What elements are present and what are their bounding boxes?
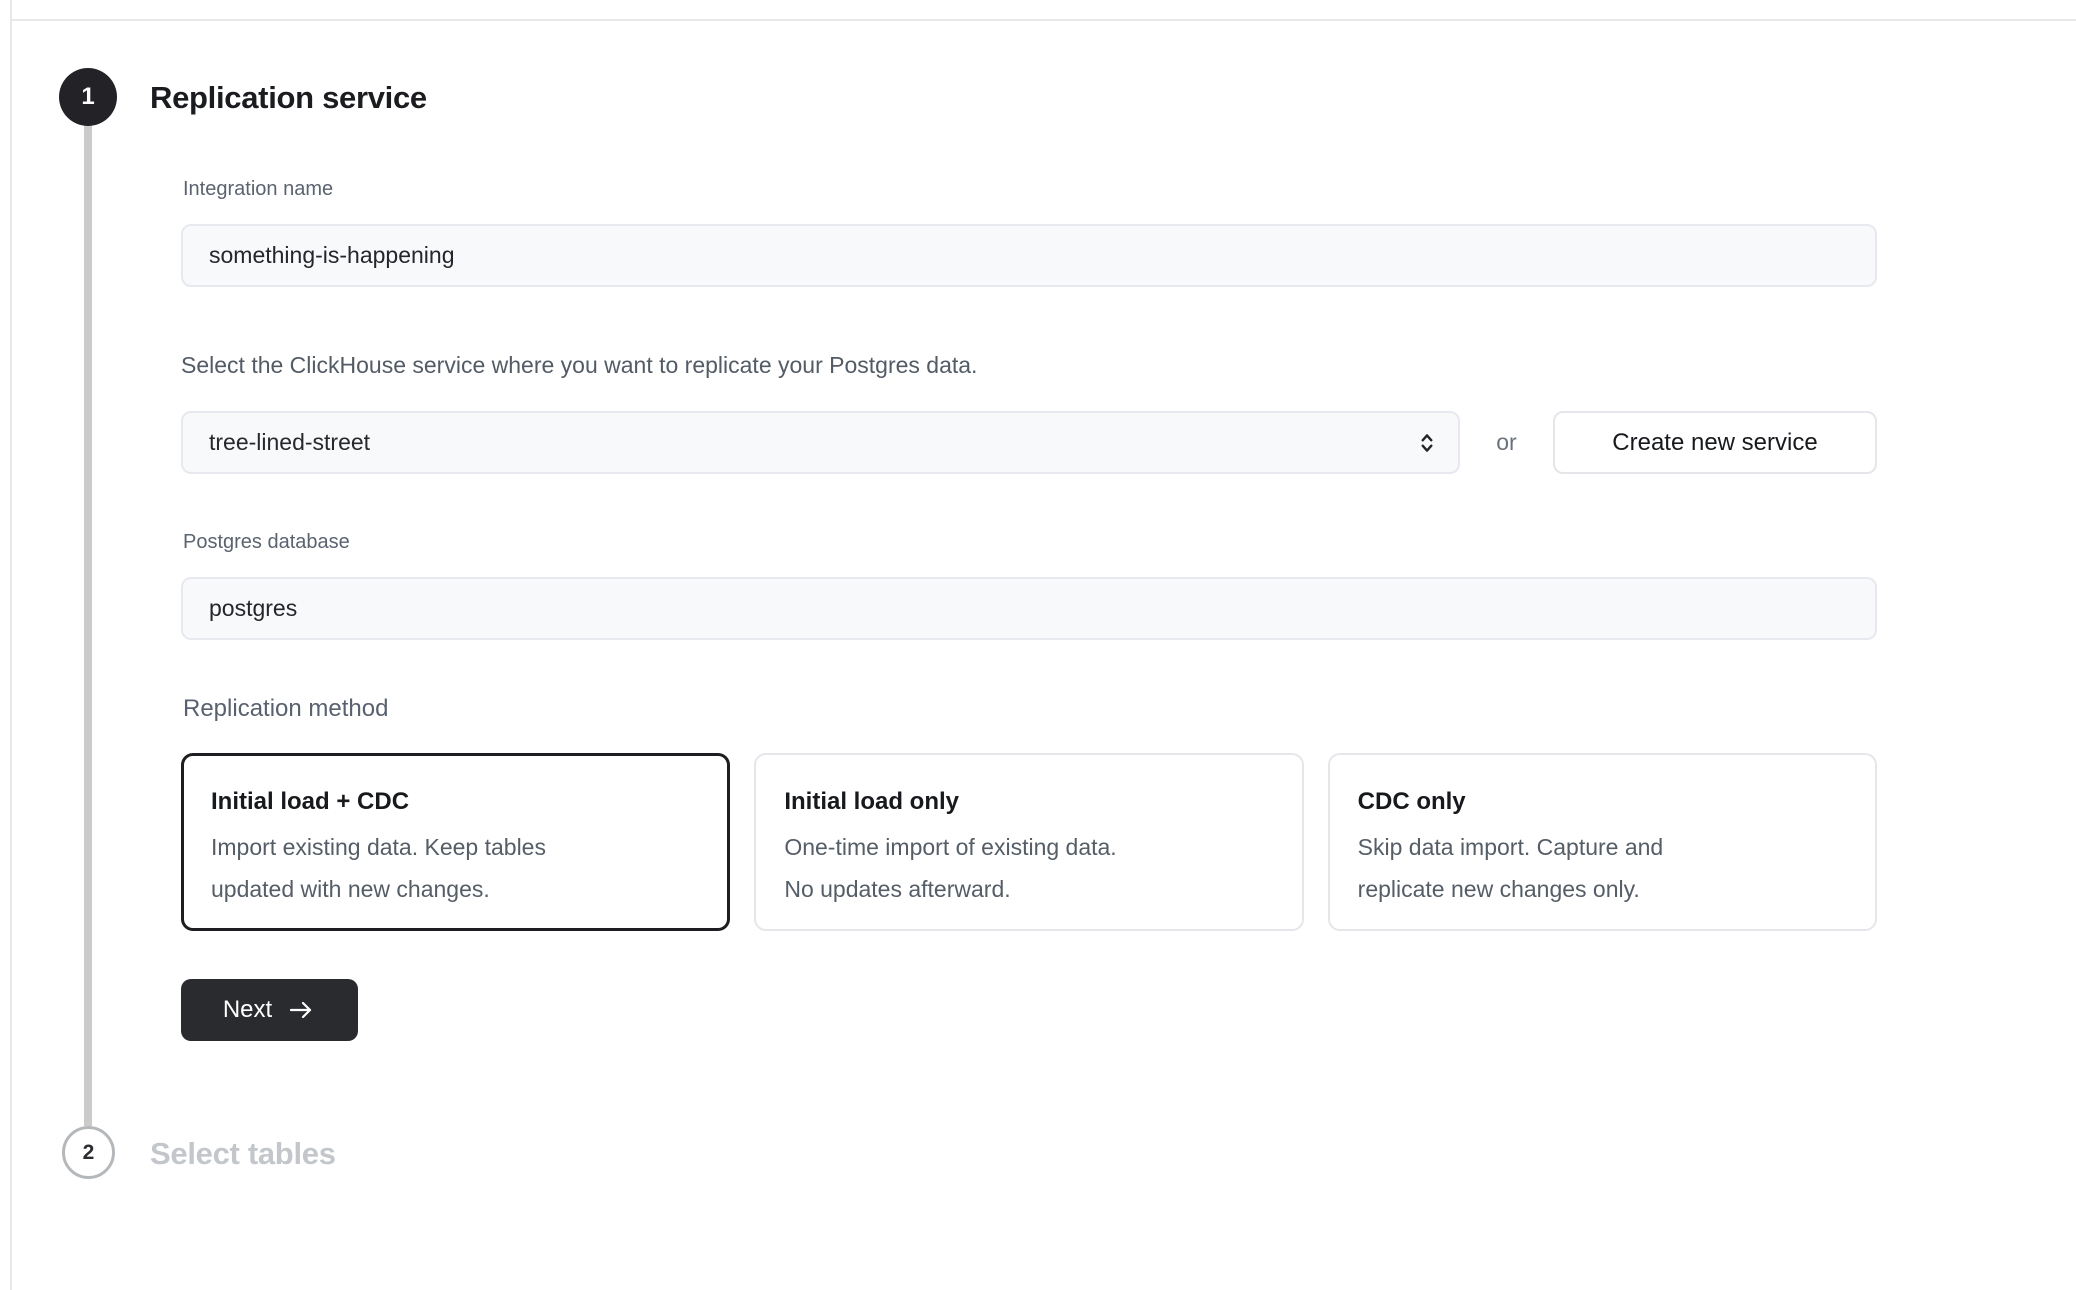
replication-method-label: Replication method — [183, 695, 388, 723]
step-1-title: Replication service — [150, 80, 427, 116]
integration-name-input[interactable]: something-is-happening — [181, 224, 1877, 287]
method-card-description-line: No updates afterward. — [784, 868, 1275, 910]
next-button[interactable]: Next — [181, 979, 358, 1041]
step-1-indicator: 1 — [59, 68, 117, 126]
method-card-description: Skip data import. Capture and replicate … — [1358, 826, 1849, 910]
chevron-updown-icon — [1414, 430, 1440, 456]
service-help-text: Select the ClickHouse service where you … — [181, 350, 977, 380]
page-top-border — [10, 19, 2076, 21]
step-2-number: 2 — [83, 1141, 95, 1165]
step-2-title: Select tables — [150, 1136, 336, 1172]
method-card-title: Initial load only — [784, 788, 1275, 816]
method-card-initial-load-cdc[interactable]: Initial load + CDC Import existing data.… — [181, 753, 730, 931]
postgres-database-input[interactable]: postgres — [181, 577, 1877, 640]
arrow-right-icon — [286, 998, 316, 1022]
method-card-title: Initial load + CDC — [211, 788, 702, 816]
method-card-description-line: updated with new changes. — [211, 868, 702, 910]
method-card-description-line: replicate new changes only. — [1358, 868, 1849, 910]
method-card-initial-load-only[interactable]: Initial load only One-time import of exi… — [754, 753, 1303, 931]
method-card-cdc-only[interactable]: CDC only Skip data import. Capture and r… — [1328, 753, 1877, 931]
method-card-title: CDC only — [1358, 788, 1849, 816]
method-card-description: One-time import of existing data. No upd… — [784, 826, 1275, 910]
postgres-database-value: postgres — [209, 595, 297, 622]
method-card-description-line: Import existing data. Keep tables — [211, 826, 702, 868]
step-connector-line — [84, 126, 92, 1126]
replication-method-options: Initial load + CDC Import existing data.… — [181, 753, 1877, 931]
method-card-description: Import existing data. Keep tables update… — [211, 826, 702, 910]
postgres-database-label: Postgres database — [183, 531, 350, 554]
method-card-description-line: Skip data import. Capture and — [1358, 826, 1849, 868]
integration-name-label: Integration name — [183, 178, 333, 201]
next-button-label: Next — [223, 996, 272, 1024]
clickhouse-service-select[interactable]: tree-lined-street — [181, 411, 1460, 474]
create-new-service-button[interactable]: Create new service — [1553, 411, 1877, 474]
method-card-description-line: One-time import of existing data. — [784, 826, 1275, 868]
step-1-number: 1 — [81, 83, 94, 111]
clickhouse-service-select-value: tree-lined-street — [209, 429, 370, 456]
page-left-border — [10, 0, 12, 1290]
integration-name-value: something-is-happening — [209, 242, 455, 269]
or-separator-label: or — [1460, 411, 1553, 474]
step-2-indicator: 2 — [62, 1126, 115, 1179]
